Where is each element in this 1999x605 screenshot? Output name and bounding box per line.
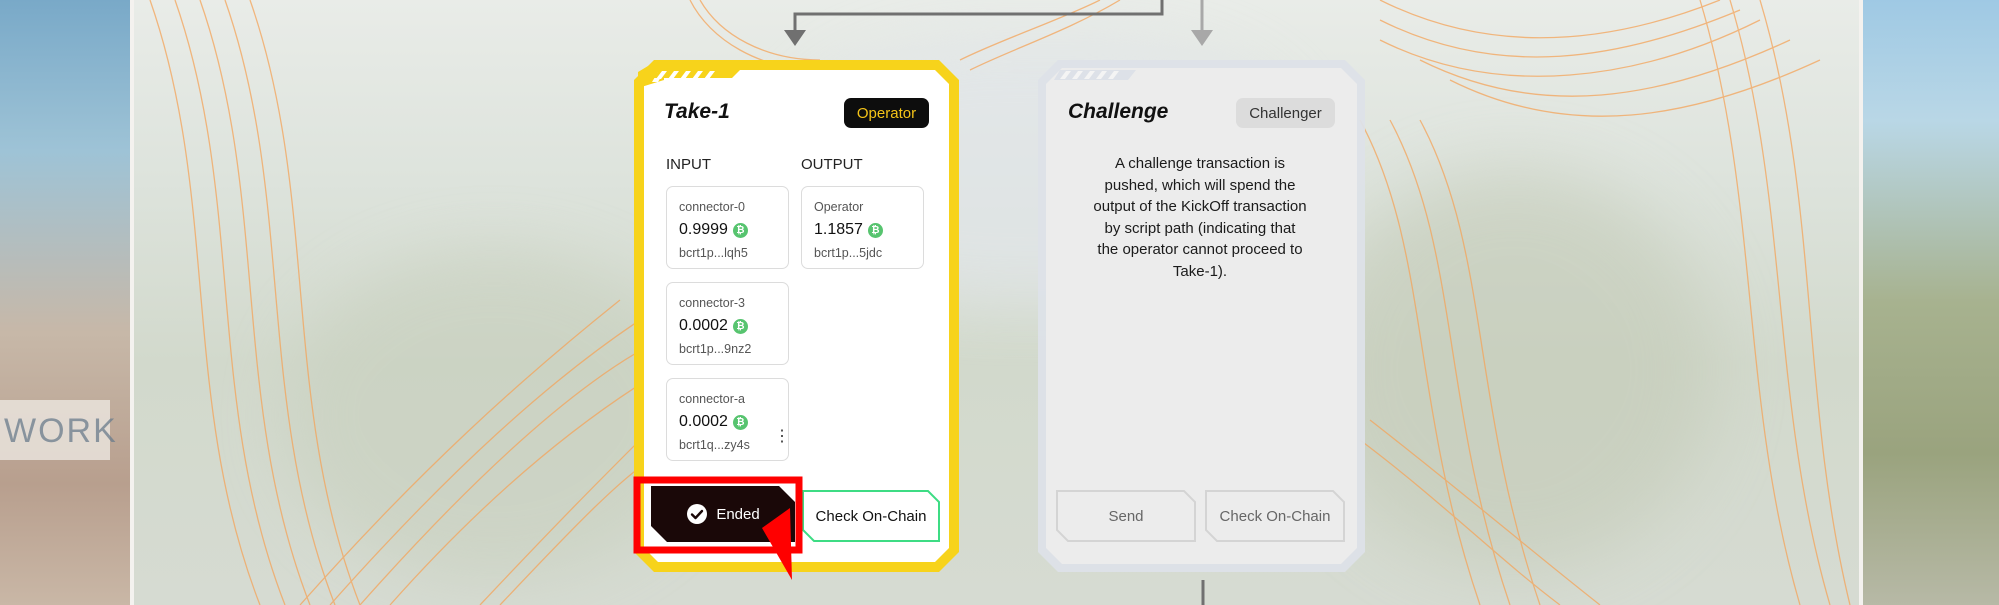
bitcoin-icon: ₿ [732, 318, 748, 334]
utxo-address: bcrt1q...zy4s [679, 438, 750, 452]
description-line: pushed, which will spend the [1104, 176, 1296, 194]
kebab-menu-icon[interactable]: ⋮ [774, 429, 790, 445]
output-utxo-operator[interactable]: Operator 1.1857 ₿ bcrt1p...5jdc [801, 186, 924, 269]
bitcoin-icon: ₿ [732, 222, 748, 238]
utxo-amount-value: 1.1857 [814, 221, 863, 238]
ended-status-button[interactable]: Ended [651, 486, 795, 542]
challenge-check-onchain-button[interactable]: Check On-Chain [1205, 490, 1345, 542]
ended-status-label: Ended [716, 505, 760, 523]
utxo-amount: 0.0002 ₿ [679, 317, 748, 335]
description-line: Take-1). [1172, 262, 1228, 280]
utxo-name: connector-3 [679, 296, 746, 310]
description-line: by script path (indicating that [1104, 219, 1296, 237]
utxo-amount-value: 0.0002 [679, 413, 728, 430]
utxo-amount-value: 0.9999 [679, 221, 728, 238]
output-column-header: OUTPUT [801, 156, 863, 173]
bitcoin-icon: ₿ [732, 414, 748, 430]
description-line: A challenge transaction is [1114, 155, 1286, 172]
utxo-name: connector-a [679, 392, 746, 406]
utxo-amount-value: 0.0002 [679, 317, 728, 334]
description-line: output of the KickOff transaction [1093, 198, 1307, 215]
utxo-amount: 0.9999 ₿ [679, 221, 748, 239]
utxo-amount: 1.1857 ₿ [814, 221, 883, 239]
input-utxo-connector-3[interactable]: connector-3 0.0002 ₿ bcrt1p...9nz2 [666, 282, 789, 365]
bitcoin-icon: ₿ [867, 222, 883, 238]
arrow-to-challenge [1191, 30, 1213, 46]
challenge-title: Challenge [1068, 100, 1169, 123]
description-line: the operator cannot proceed to [1097, 241, 1303, 258]
utxo-name: Operator [814, 200, 864, 214]
utxo-name: connector-0 [679, 200, 746, 214]
operator-role-badge: Operator [844, 98, 929, 128]
input-utxo-connector-a[interactable]: connector-a 0.0002 ₿ bcrt1q...zy4s ⋮ [666, 378, 790, 461]
utxo-address: bcrt1p...5jdc [814, 246, 883, 260]
take1-title: Take-1 [664, 100, 730, 123]
take1-check-onchain-button[interactable]: Check On-Chain [802, 490, 940, 542]
arrow-to-take1 [784, 30, 806, 46]
input-utxo-connector-0[interactable]: connector-0 0.9999 ₿ bcrt1p...lqh5 [666, 186, 789, 269]
flow-connectors [784, 0, 1213, 605]
send-button[interactable]: Send [1056, 490, 1196, 542]
challenger-role-badge: Challenger [1236, 98, 1335, 128]
utxo-amount: 0.0002 ₿ [679, 413, 748, 431]
input-column-header: INPUT [666, 156, 711, 173]
utxo-address: bcrt1p...9nz2 [679, 342, 752, 356]
check-circle-icon [687, 504, 708, 524]
utxo-address: bcrt1p...lqh5 [679, 246, 748, 260]
challenge-description: A challenge transaction is pushed, which… [1070, 153, 1330, 282]
